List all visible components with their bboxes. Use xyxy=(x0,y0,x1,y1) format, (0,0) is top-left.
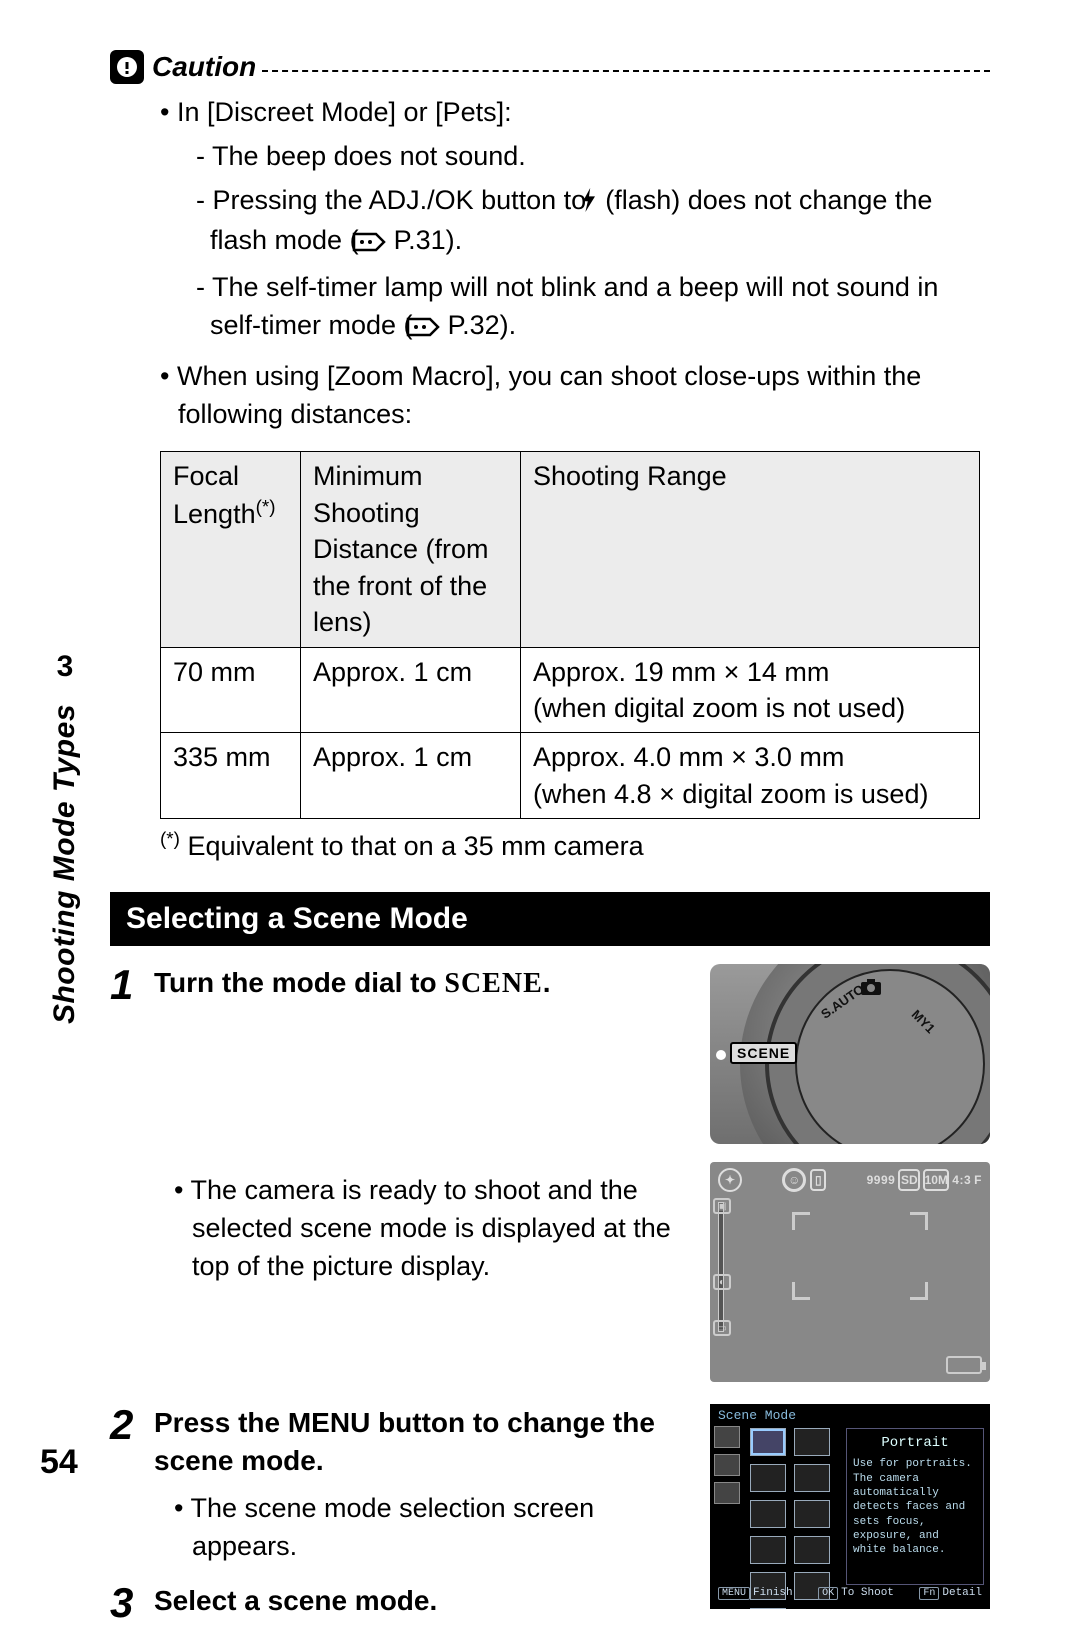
cell-focal: 335 mm xyxy=(161,733,301,819)
menu-tab xyxy=(714,1426,740,1448)
section-heading: Selecting a Scene Mode xyxy=(110,892,990,946)
cell-min-dist: Approx. 1 cm xyxy=(301,733,521,819)
step-3: 3 Select a scene mode. xyxy=(110,1582,686,1624)
scene-mode-text: Use for portraits. The camera automatica… xyxy=(853,1457,977,1557)
page-content: Caution In [Discreet Mode] or [Pets]: Th… xyxy=(0,0,1080,1522)
text: Equivalent to that on a 35 mm camera xyxy=(180,831,644,861)
th-range: Shooting Range xyxy=(521,452,980,647)
step-number: 3 xyxy=(110,1582,154,1624)
text: ). xyxy=(500,310,517,340)
page-ref: P.31 xyxy=(394,225,446,255)
menu-tabs xyxy=(714,1426,742,1504)
step-2-bullet: The scene mode selection screen appears. xyxy=(174,1490,686,1566)
text: . xyxy=(543,967,551,998)
step-1-title: Turn the mode dial to SCENE. xyxy=(154,964,686,1003)
menu-fn: Detail xyxy=(942,1587,982,1599)
table-footnote: (*) Equivalent to that on a 35 mm camera xyxy=(160,829,990,862)
scene-mode-cell xyxy=(750,1428,786,1456)
page-ref: P.32 xyxy=(448,310,500,340)
table-row: 335 mm Approx. 1 cm Approx. 4.0 mm × 3.0… xyxy=(161,733,980,819)
lcd-quality: F xyxy=(974,1173,982,1187)
caution-item-2: When using [Zoom Macro], you can shoot c… xyxy=(160,358,990,434)
text: The self-timer lamp will not blink and a… xyxy=(210,272,938,340)
scene-mode-cell xyxy=(794,1464,830,1492)
lcd-sd: SD xyxy=(898,1169,920,1191)
step-2: 2 Press the MENU button to change the sc… xyxy=(110,1404,686,1565)
scene-mode-grid xyxy=(750,1428,836,1609)
th-focal: Focal Length(*) xyxy=(161,452,301,647)
table-row: 70 mm Approx. 1 cm Approx. 19 mm × 14 mm… xyxy=(161,647,980,733)
zoom-wide-icon: ▭ xyxy=(713,1320,731,1336)
timer-icon: ✦ xyxy=(718,1168,742,1192)
zoom-mid-icon: ◐ xyxy=(713,1274,731,1290)
menu-bottom-bar: MENUFinish OKTo Shoot FnDetail xyxy=(710,1587,990,1607)
mode-dial-illustration: SCENE S.AUTO MY1 xyxy=(710,964,990,1144)
menu-finish: Finish xyxy=(753,1587,793,1599)
menu-key: MENU xyxy=(718,1587,750,1600)
dial-scene-label: SCENE xyxy=(730,1042,797,1064)
scene-mode-cell xyxy=(794,1428,830,1456)
scene-mode-cell xyxy=(750,1500,786,1528)
lcd-ratio: 4:3 xyxy=(952,1173,971,1187)
menu-ok: To Shoot xyxy=(841,1587,894,1599)
caution-dashes xyxy=(262,70,990,72)
zoom-macro-table: Focal Length(*) Minimum Shooting Distanc… xyxy=(160,451,980,819)
zoom-bar xyxy=(718,1202,724,1332)
portrait-icon: ☺ xyxy=(782,1168,806,1192)
scene-menu-illustration: Scene Mode Portrait Use xyxy=(710,1404,990,1609)
sup: (*) xyxy=(160,829,180,850)
camera-icon xyxy=(860,978,882,1001)
caution-item-1a: The beep does not sound. xyxy=(196,138,990,176)
text: Turn the mode dial to xyxy=(154,967,444,998)
caution-icon xyxy=(110,50,144,84)
lcd-size: 10M xyxy=(923,1169,949,1191)
step-number: 1 xyxy=(110,964,154,1382)
lcd-illustration: ✦ ☺ ▯ 9999 SD 10M 4:3 F xyxy=(710,1162,990,1382)
scene-mode-description: Portrait Use for portraits. The camera a… xyxy=(846,1428,984,1585)
step-1-bullet: The camera is ready to shoot and the sel… xyxy=(174,1172,686,1285)
scene-mode-cell xyxy=(794,1500,830,1528)
step-3-title: Select a scene mode. xyxy=(154,1582,686,1620)
th-min-dist: Minimum Shooting Distance (from the fron… xyxy=(301,452,521,647)
cell-range: Approx. 4.0 mm × 3.0 mm (when 4.8 × digi… xyxy=(521,733,980,819)
text: ). xyxy=(446,225,463,255)
reference-icon xyxy=(420,310,440,348)
caution-label: Caution xyxy=(152,51,256,83)
step-number: 2 xyxy=(110,1404,154,1565)
caution-item-1b: Pressing the ADJ./OK button to (flash) d… xyxy=(196,182,990,264)
menu-tab xyxy=(714,1482,740,1504)
caution-item-1: In [Discreet Mode] or [Pets]: xyxy=(160,94,990,132)
battery-icon xyxy=(946,1356,982,1374)
ok-key: OK xyxy=(818,1587,838,1600)
step-2-title: Press the MENU button to change the scen… xyxy=(154,1404,686,1480)
mode-name: SCENE xyxy=(444,968,542,999)
lcd-shots: 9999 xyxy=(867,1173,896,1187)
cell-focal: 70 mm xyxy=(161,647,301,733)
zoom-tele-icon: ▣ xyxy=(713,1198,731,1214)
text: Pressing the ADJ./OK button to xyxy=(213,185,594,215)
menu-tab xyxy=(714,1454,740,1476)
scene-mode-cell xyxy=(750,1464,786,1492)
scene-mode-name: Portrait xyxy=(853,1433,977,1453)
scene-mode-cell xyxy=(794,1536,830,1564)
reference-icon xyxy=(366,225,386,263)
step-1: 1 Turn the mode dial to SCENE. SCENE S.A… xyxy=(110,964,990,1382)
orientation-icon: ▯ xyxy=(810,1169,826,1191)
flash-icon xyxy=(594,185,598,223)
fn-key: Fn xyxy=(919,1587,939,1600)
scene-mode-cell xyxy=(750,1608,786,1609)
text: Focal Length xyxy=(173,461,256,528)
scene-mode-cell xyxy=(750,1536,786,1564)
cell-range: Approx. 19 mm × 14 mm (when digital zoom… xyxy=(521,647,980,733)
menu-title: Scene Mode xyxy=(718,1408,796,1423)
caution-header: Caution xyxy=(110,50,990,84)
sup: (*) xyxy=(256,497,276,518)
cell-min-dist: Approx. 1 cm xyxy=(301,647,521,733)
caution-item-1c: The self-timer lamp will not blink and a… xyxy=(196,269,990,348)
